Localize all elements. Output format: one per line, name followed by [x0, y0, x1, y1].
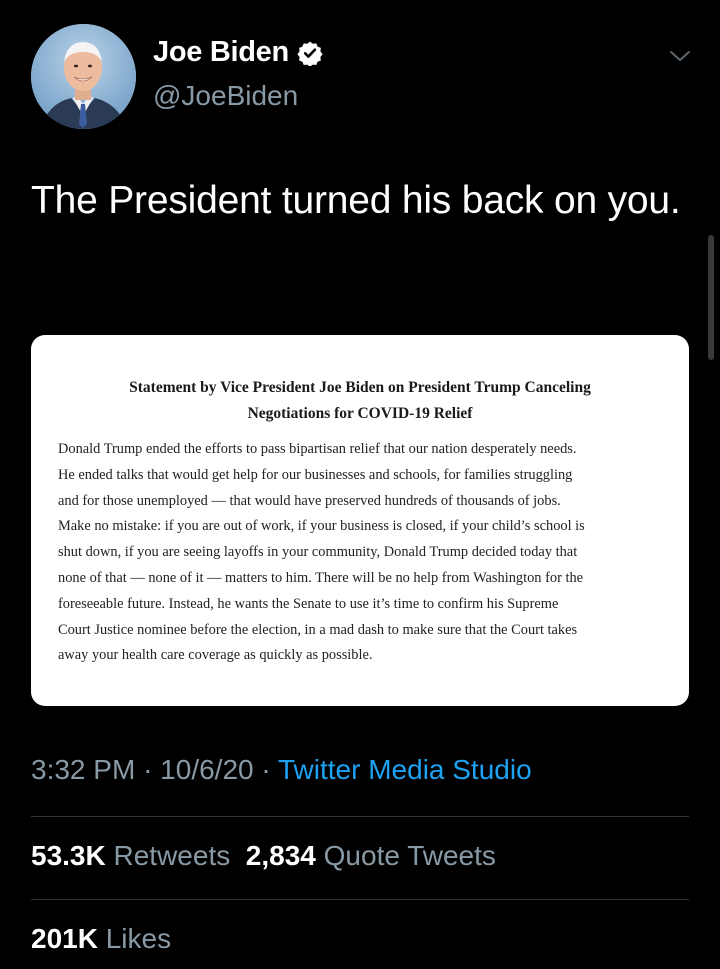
- statement-line: foreseeable future. Instead, he wants th…: [58, 595, 559, 612]
- verified-badge-icon: [297, 41, 323, 66]
- retweets-count: 53.3K: [31, 840, 106, 871]
- likes-count: 201K: [31, 923, 98, 954]
- statement-line: Court Justice nominee before the electio…: [58, 621, 578, 638]
- statement-line: none of that — none of it — matters to h…: [58, 569, 584, 586]
- tweet-header: Joe Biden @JoeBiden: [0, 0, 720, 140]
- statement-line: away your health care coverage as quickl…: [58, 647, 373, 664]
- meta-separator: ·: [143, 754, 153, 785]
- tweet-source-link[interactable]: Twitter Media Studio: [278, 754, 532, 785]
- author-handle[interactable]: @JoeBiden: [153, 80, 298, 112]
- retweets-stat[interactable]: 53.3K Retweets: [31, 840, 230, 871]
- statement-line: and for those unemployed — that would ha…: [58, 492, 561, 509]
- likes-stat[interactable]: 201K Likes: [31, 923, 171, 954]
- statement-line: Make no mistake: if you are out of work,…: [58, 518, 585, 535]
- author-display-name[interactable]: Joe Biden: [153, 36, 289, 69]
- tweet-date[interactable]: 10/6/20: [160, 754, 253, 785]
- statement-title: Statement by Vice President Joe Biden on…: [31, 375, 689, 427]
- tweet-media-image[interactable]: Statement by Vice President Joe Biden on…: [31, 335, 689, 706]
- quote-tweets-stat[interactable]: 2,834 Quote Tweets: [246, 840, 496, 871]
- scrollbar[interactable]: [708, 235, 714, 360]
- statement-title-line: Negotiations for COVID-19 Relief: [247, 405, 473, 422]
- chevron-down-icon[interactable]: [668, 46, 692, 66]
- statement-line: Donald Trump ended the efforts to pass b…: [58, 441, 577, 457]
- meta-separator: ·: [261, 754, 271, 785]
- statement-line: shut down, if you are seeing layoffs in …: [58, 544, 578, 561]
- profile-photo: [31, 24, 136, 129]
- author-name-row[interactable]: Joe Biden: [153, 36, 323, 69]
- divider: [31, 899, 689, 900]
- tweet-time[interactable]: 3:32 PM: [31, 754, 135, 785]
- quotes-label: Quote Tweets: [323, 840, 496, 871]
- tweet-text: The President turned his back on you.: [31, 179, 681, 222]
- statement-body: Donald Trump ended the efforts to pass b…: [58, 437, 670, 669]
- engagement-stats: 53.3K Retweets 2,834 Quote Tweets: [31, 840, 496, 872]
- statement-title-line: Statement by Vice President Joe Biden on…: [129, 379, 591, 396]
- quotes-count: 2,834: [245, 840, 316, 871]
- divider: [31, 816, 689, 817]
- statement-line: He ended talks that would get help for o…: [58, 466, 573, 483]
- tweet-meta: 3:32 PM · 10/6/20 · Twitter Media Studio: [31, 754, 532, 786]
- author-avatar[interactable]: [31, 24, 136, 129]
- retweets-label: Retweets: [113, 840, 231, 871]
- likes-stats: 201K Likes: [31, 923, 171, 955]
- likes-label: Likes: [105, 923, 172, 954]
